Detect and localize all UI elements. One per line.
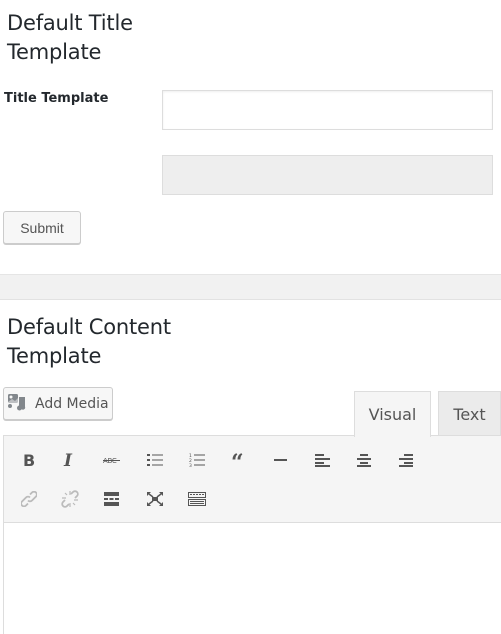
- content-template-heading: Default Content Template: [7, 315, 171, 368]
- svg-text:“: “: [231, 453, 244, 467]
- title-template-field[interactable]: [162, 90, 493, 130]
- bold-button[interactable]: B: [14, 445, 44, 475]
- toolbar-toggle-icon: [188, 492, 206, 506]
- title-template-label: Title Template: [4, 91, 109, 106]
- numbered-list-icon: 123: [189, 453, 205, 467]
- italic-button[interactable]: I: [55, 445, 85, 475]
- align-center-icon: [356, 453, 372, 467]
- insert-link-icon: [21, 491, 37, 507]
- bulleted-list-icon: [147, 453, 163, 467]
- strikethrough-button[interactable]: ABC: [97, 445, 127, 475]
- blockquote-icon: “: [231, 453, 247, 467]
- blockquote-button[interactable]: “: [224, 445, 254, 475]
- content-editor: B I ABC 123 “: [3, 435, 501, 634]
- remove-link-icon: [61, 490, 79, 508]
- title-template-heading: Default Title Template: [7, 11, 133, 64]
- remove-link-button[interactable]: [55, 484, 85, 514]
- title-template-input[interactable]: [163, 91, 492, 129]
- align-center-button[interactable]: [349, 445, 379, 475]
- strikethrough-icon: ABC: [103, 455, 121, 465]
- align-left-icon: [314, 453, 330, 467]
- svg-text:I: I: [63, 452, 73, 468]
- section-divider: [0, 274, 501, 300]
- align-right-icon: [398, 453, 414, 467]
- horizontal-line-button[interactable]: [266, 445, 296, 475]
- add-media-button[interactable]: Add Media: [3, 387, 113, 420]
- read-more-icon: [104, 492, 120, 506]
- submit-button[interactable]: Submit: [3, 211, 81, 244]
- bulleted-list-button[interactable]: [140, 445, 170, 475]
- tab-text[interactable]: Text: [438, 391, 501, 436]
- numbered-list-button[interactable]: 123: [182, 445, 212, 475]
- editor-content-area[interactable]: [4, 523, 501, 634]
- editor-toolbar: B I ABC 123 “: [4, 436, 501, 523]
- align-right-button[interactable]: [391, 445, 421, 475]
- tab-visual[interactable]: Visual: [354, 391, 431, 437]
- align-left-button[interactable]: [307, 445, 337, 475]
- read-more-button[interactable]: [97, 484, 127, 514]
- svg-text:3: 3: [189, 463, 192, 467]
- media-icon: [7, 392, 27, 416]
- fullscreen-button[interactable]: [140, 484, 170, 514]
- bold-icon: B: [22, 452, 36, 468]
- fullscreen-icon: [147, 492, 163, 506]
- horizontal-line-icon: [274, 458, 288, 462]
- secondary-readonly-field: [162, 155, 493, 195]
- add-media-label: Add Media: [35, 395, 109, 412]
- toolbar-toggle-button[interactable]: [182, 484, 212, 514]
- insert-link-button[interactable]: [14, 484, 44, 514]
- svg-text:B: B: [23, 452, 35, 468]
- italic-icon: I: [63, 452, 77, 468]
